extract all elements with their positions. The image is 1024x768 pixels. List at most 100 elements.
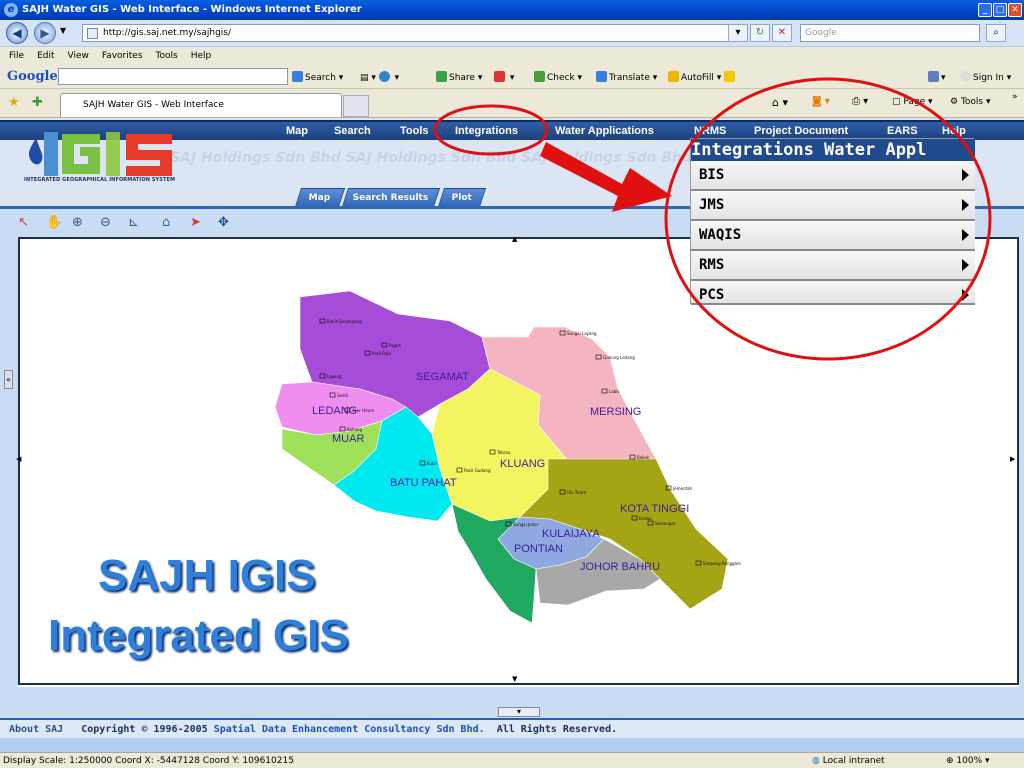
zoom-in-icon[interactable]: ⊕	[72, 215, 83, 230]
facility-marker-icon[interactable]	[381, 342, 388, 348]
dropdown-item-pcs[interactable]: PCS	[691, 281, 975, 305]
facility-label: Jementah	[672, 486, 693, 491]
forward-button[interactable]: ▶	[34, 22, 56, 44]
dropdown-item-jms[interactable]: JMS	[691, 191, 975, 221]
check-button[interactable]: Check ▾	[534, 71, 582, 83]
facility-marker-icon[interactable]	[505, 521, 512, 527]
nav-ears[interactable]: EARS	[887, 125, 918, 137]
district-label: KOTA TINGGI	[620, 503, 689, 515]
nav-nrms[interactable]: NRMS	[694, 125, 726, 137]
nav-integrations[interactable]: Integrations	[455, 125, 518, 137]
dropdown-item-rms[interactable]: RMS	[691, 251, 975, 281]
url-dropdown-button[interactable]: ▾	[728, 24, 748, 42]
menu-tools[interactable]: Tools	[156, 51, 178, 61]
rights-text: All Rights Reserved.	[496, 724, 618, 735]
about-saj-link[interactable]: About SAJ	[9, 724, 63, 735]
new-tab-button[interactable]	[343, 95, 369, 117]
google-search-box[interactable]	[58, 68, 288, 85]
facility-marker-icon[interactable]	[647, 520, 654, 526]
collapse-panel-button[interactable]: «	[4, 370, 13, 389]
nav-help[interactable]: Help	[942, 125, 966, 137]
facility-label: Sungai Johor	[513, 522, 539, 527]
menu-view[interactable]: View	[68, 51, 89, 61]
facility-marker-icon[interactable]	[595, 354, 602, 360]
feeds-icon[interactable]: ◙ ▾	[812, 96, 830, 107]
home-icon[interactable]: ⌂ ▾	[772, 96, 788, 109]
nav-map[interactable]: Map	[286, 125, 308, 137]
google-search-button[interactable]: Search ▾	[292, 71, 343, 83]
expand-panel-button[interactable]: ▾	[498, 707, 540, 717]
full-extent-icon[interactable]: ⌂	[162, 215, 170, 230]
menu-favorites[interactable]: Favorites	[102, 51, 143, 61]
facility-marker-icon[interactable]	[364, 350, 371, 356]
measure-icon[interactable]: ⊾	[128, 215, 139, 230]
search-go-icon[interactable]: ⌕	[986, 24, 1006, 42]
bookmark-button[interactable]: ▾	[494, 71, 514, 83]
facility-label: Sungai Layang	[567, 331, 597, 336]
facility-marker-icon[interactable]	[456, 467, 463, 473]
menu-file[interactable]: File	[9, 51, 24, 61]
page-menu-button[interactable]: ▢ Page ▾	[892, 97, 933, 107]
tab-active[interactable]: SAJH Water GIS - Web Interface	[60, 93, 342, 117]
maximize-icon[interactable]: □	[993, 3, 1007, 17]
move-icon[interactable]: ✥	[218, 215, 229, 230]
status-coords: Display Scale: 1:250000 Coord X: -544712…	[3, 756, 294, 766]
pan-hand-icon[interactable]: ✋	[46, 215, 62, 230]
wrench-icon	[928, 71, 939, 82]
puzzle-icon	[378, 71, 390, 82]
share-button[interactable]: Share ▾	[436, 71, 482, 83]
tab-plot[interactable]: Plot	[437, 188, 487, 207]
facility-marker-icon[interactable]	[419, 460, 426, 466]
favorites-star-icon[interactable]: ★	[8, 95, 20, 110]
nav-water-applications[interactable]: Water Applications	[555, 125, 654, 137]
menu-edit[interactable]: Edit	[37, 51, 54, 61]
minimize-icon[interactable]: _	[978, 3, 992, 17]
sign-in-button[interactable]: Sign In ▾	[960, 71, 1011, 83]
stop-button[interactable]: ✕	[772, 24, 792, 42]
facility-marker-icon[interactable]	[629, 454, 636, 460]
dropdown-item-waqis[interactable]: WAQIS	[691, 221, 975, 251]
dropdown-item-bis[interactable]: BIS	[691, 161, 975, 191]
copyright-text: Copyright © 1996-2005	[81, 724, 208, 735]
facility-marker-icon[interactable]	[319, 318, 326, 324]
facility-marker-icon[interactable]	[665, 485, 672, 491]
facility-marker-icon[interactable]	[329, 392, 336, 398]
facility-marker-icon[interactable]	[695, 560, 702, 566]
facility-marker-icon[interactable]	[559, 489, 566, 495]
close-icon[interactable]: ✕	[1008, 3, 1022, 17]
search-input[interactable]: Google	[800, 24, 980, 42]
tab-search-results[interactable]: Search Results	[341, 188, 441, 207]
nav-tools[interactable]: Tools	[400, 125, 429, 137]
add-favorite-icon[interactable]: ✚	[32, 95, 43, 110]
toolbar-extra-buttons[interactable]: ▤ ▾ ▾	[360, 71, 399, 83]
menu-help[interactable]: Help	[191, 51, 212, 61]
tab-map[interactable]: Map	[294, 188, 346, 207]
print-icon[interactable]: ⎙ ▾	[852, 96, 868, 107]
translate-button[interactable]: Translate ▾	[596, 71, 657, 83]
tools-menu-button[interactable]: ⚙ Tools ▾	[950, 97, 991, 107]
autofill-button[interactable]: AutoFill ▾	[668, 71, 737, 83]
zoom-level[interactable]: ⊕ 100% ▾	[946, 756, 990, 766]
toolbar-overflow-icon[interactable]: »	[1012, 92, 1018, 102]
identify-icon[interactable]: ➤	[190, 215, 201, 230]
facility-label: Ulu Tiram	[567, 490, 586, 495]
facility-label: Sedili	[337, 393, 348, 398]
wrench-button[interactable]: ▾	[928, 71, 946, 83]
select-arrow-icon[interactable]: ↖	[18, 215, 29, 230]
facility-label: Pagoh	[389, 343, 402, 348]
back-button[interactable]: ◀	[6, 22, 28, 44]
facility-marker-icon[interactable]	[631, 515, 638, 521]
history-dropdown-icon[interactable]: ▼	[60, 26, 66, 35]
nav-search[interactable]: Search	[334, 125, 371, 137]
url-field[interactable]: http://gis.saj.net.my/sajhgis/	[82, 24, 742, 42]
facility-marker-icon[interactable]	[319, 373, 326, 379]
facility-marker-icon[interactable]	[339, 426, 346, 432]
nav-project-document[interactable]: Project Document	[754, 125, 848, 137]
zoom-out-icon[interactable]: ⊖	[100, 215, 111, 230]
footer-band	[0, 738, 1024, 752]
facility-marker-icon[interactable]	[559, 330, 566, 336]
facility-marker-icon[interactable]	[601, 388, 608, 394]
refresh-button[interactable]: ↻	[750, 24, 770, 42]
facility-marker-icon[interactable]	[489, 449, 496, 455]
highlighter-icon	[724, 71, 736, 82]
